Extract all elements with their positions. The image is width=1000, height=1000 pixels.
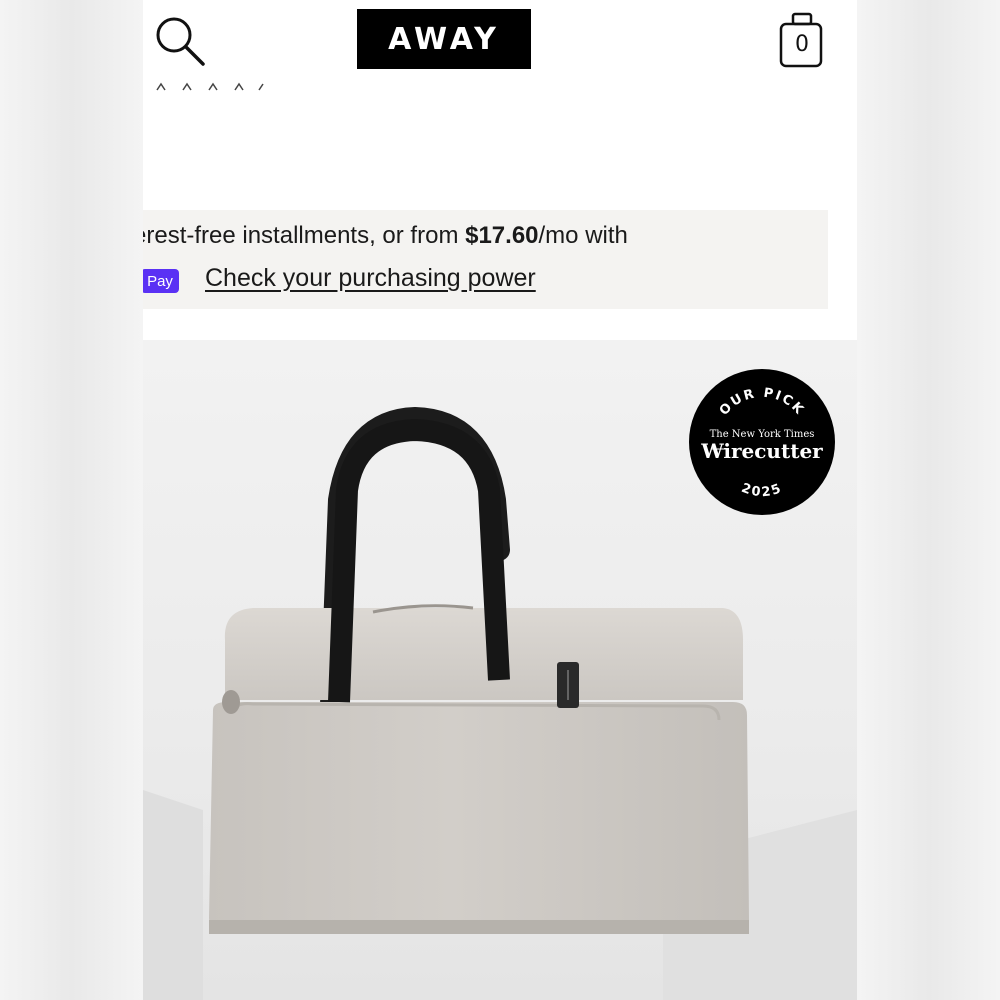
badge-brand: Wirecutter [700, 439, 823, 463]
cart-count: 0 [795, 32, 809, 57]
wirecutter-badge: OUR PICK The New York Times Wirecutter 2… [689, 369, 835, 515]
left-background [0, 0, 143, 1000]
installments-banner: erest-free installments, or from $17.60/… [143, 210, 828, 309]
installment-price: $17.60 [465, 222, 539, 249]
phone-screen: AWAY 0 erest-free installments, or from … [143, 0, 857, 1000]
installments-text: erest-free installments, or from $17.60/… [143, 222, 628, 249]
away-logo[interactable]: AWAY [357, 9, 531, 69]
right-background [857, 0, 1000, 1000]
check-purchasing-power-link[interactable]: Check your purchasing power [205, 264, 536, 293]
search-icon[interactable] [153, 14, 205, 66]
product-image-area[interactable]: OUR PICK The New York Times Wirecutter 2… [143, 340, 857, 1000]
rating-stars-partial [156, 82, 264, 91]
shop-pay-badge: Pay [143, 269, 179, 293]
cart-button[interactable]: 0 [779, 12, 825, 68]
